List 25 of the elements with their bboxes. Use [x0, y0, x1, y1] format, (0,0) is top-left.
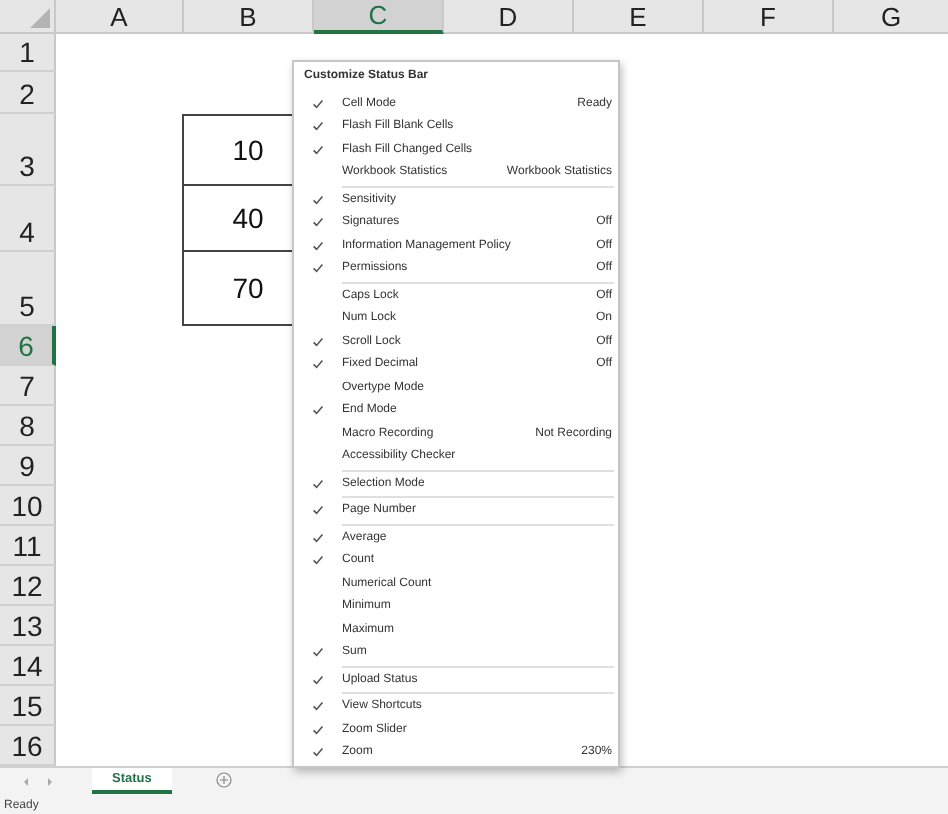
row-header[interactable]: 15	[0, 686, 56, 726]
row-header[interactable]: 9	[0, 446, 56, 486]
row-header[interactable]: 5	[0, 252, 56, 326]
row-header[interactable]: 4	[0, 186, 56, 252]
row-header[interactable]: 11	[0, 526, 56, 566]
row-header[interactable]: 14	[0, 646, 56, 686]
column-header[interactable]: E	[574, 0, 704, 34]
row-header[interactable]: 16	[0, 726, 56, 766]
row-header[interactable]: 8	[0, 406, 56, 446]
column-header[interactable]: C	[314, 0, 444, 34]
column-header[interactable]: F	[704, 0, 834, 34]
row-header[interactable]: 6	[0, 326, 56, 366]
select-all-icon[interactable]	[30, 8, 50, 28]
row-header[interactable]: 13	[0, 606, 56, 646]
row-header[interactable]: 12	[0, 566, 56, 606]
add-sheet-icon[interactable]	[215, 772, 232, 788]
row-header[interactable]: 2	[0, 72, 56, 114]
column-header[interactable]: A	[56, 0, 184, 34]
row-header[interactable]: 1	[0, 34, 56, 72]
column-header[interactable]: G	[834, 0, 948, 34]
column-header[interactable]: B	[184, 0, 314, 34]
row-header[interactable]: 10	[0, 486, 56, 526]
row-header[interactable]: 3	[0, 114, 56, 186]
column-header[interactable]: D	[444, 0, 574, 34]
row-header[interactable]: 7	[0, 366, 56, 406]
